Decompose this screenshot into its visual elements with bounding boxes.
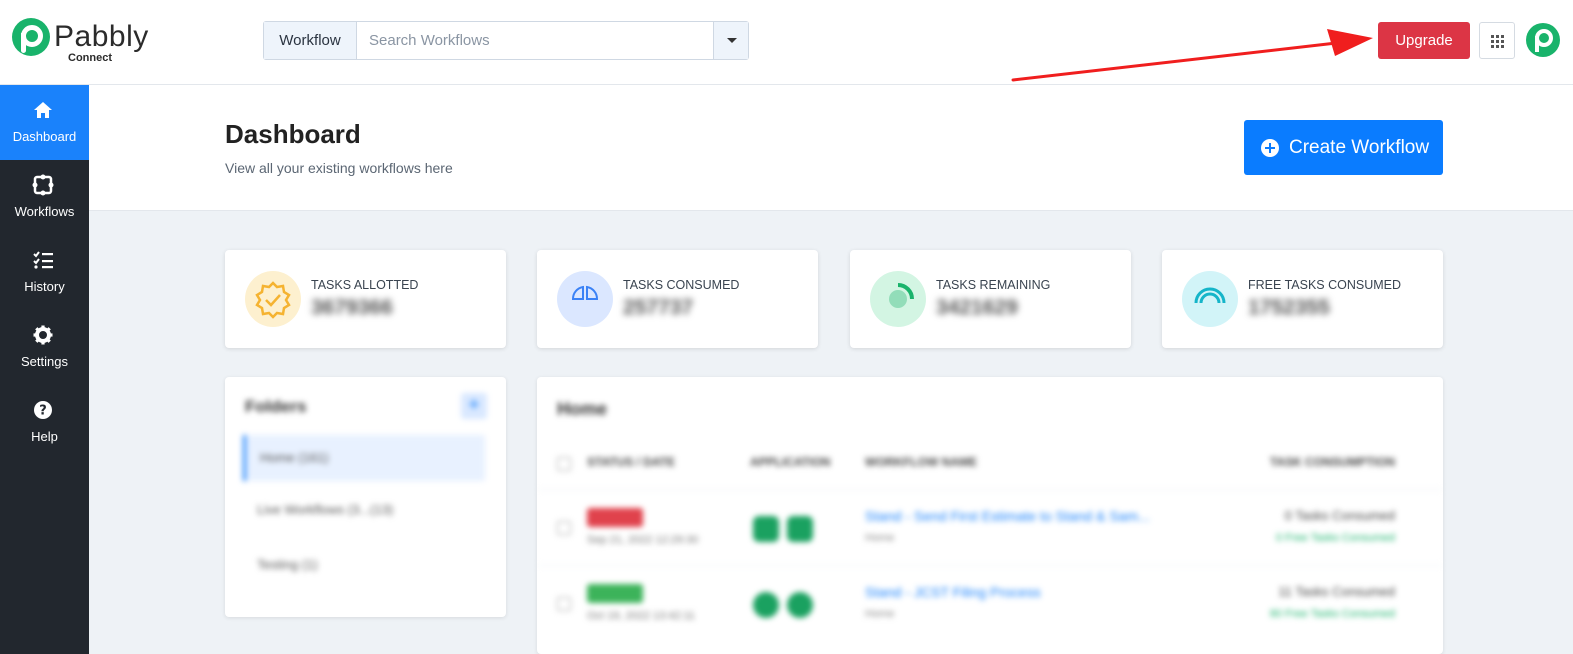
row-date: Oct 19, 2022 13:42:11: [587, 610, 696, 622]
search-dropdown-toggle[interactable]: [713, 22, 748, 59]
workflow-folder: Home: [865, 532, 895, 544]
add-folder-button[interactable]: +: [461, 393, 487, 419]
user-avatar[interactable]: [1526, 23, 1560, 57]
column-header-application: APPLICATION: [750, 455, 831, 469]
folder-item[interactable]: Testing (1): [243, 542, 485, 588]
stat-card-tasks-allotted: TASKS ALLOTTED 3679366: [225, 250, 506, 348]
stat-label: TASKS ALLOTTED: [311, 278, 419, 292]
free-tasks-consumed: 80 Free Tasks Consumed: [1269, 608, 1395, 620]
stat-value: 1752355: [1248, 296, 1330, 319]
folders-panel: Folders + Home (161) Live Workflows (3..…: [225, 377, 506, 617]
sidebar-item-label: Help: [31, 429, 58, 444]
home-icon: [34, 102, 52, 118]
pabbly-logo-icon: [12, 18, 50, 56]
stat-value: 3679366: [311, 296, 393, 319]
sidebar-item-help[interactable]: ? Help: [0, 385, 89, 460]
badge-check-icon: [245, 271, 301, 327]
table-row[interactable]: Sep 21, 2022 12:29:30 Stand - Send First…: [537, 489, 1443, 565]
upgrade-button[interactable]: Upgrade: [1378, 22, 1470, 59]
stat-value: 257737: [623, 296, 694, 319]
folders-title: Folders: [245, 397, 307, 416]
plus-circle-icon: [1261, 139, 1279, 157]
sidebar-item-label: History: [24, 279, 65, 294]
tasks-consumed: 11 Tasks Consumed: [1278, 584, 1395, 599]
row-checkbox[interactable]: [557, 521, 571, 535]
annotation-arrow: [1011, 29, 1373, 82]
page-header: Dashboard View all your existing workflo…: [89, 85, 1573, 211]
search-scope-label: Workflow: [264, 22, 357, 59]
sidebar-item-label: Workflows: [14, 204, 75, 219]
question-icon: ?: [34, 401, 52, 419]
sidebar-item-dashboard[interactable]: Dashboard: [0, 85, 89, 160]
stat-card-free-tasks-consumed: FREE TASKS CONSUMED 1752355: [1162, 250, 1443, 348]
sidebar-item-workflows[interactable]: Workflows: [0, 160, 89, 235]
app-icon: [787, 516, 813, 542]
sidebar-item-settings[interactable]: Settings: [0, 310, 89, 385]
status-badge: [587, 584, 643, 603]
progress-ring-icon: [870, 271, 926, 327]
page-title: Dashboard: [225, 119, 361, 149]
brand-sub: Connect: [68, 52, 112, 64]
row-checkbox[interactable]: [557, 597, 571, 611]
sidebar-item-label: Dashboard: [12, 129, 77, 144]
app-icon: [753, 516, 779, 542]
apps-menu-button[interactable]: [1479, 22, 1515, 59]
app-icon: [753, 592, 779, 618]
pie-chart-icon: [557, 271, 613, 327]
folder-item[interactable]: Live Workflows (3...(13): [243, 487, 485, 533]
column-header-task-consumption: TASK CONSUMPTION: [1269, 455, 1395, 469]
stat-card-tasks-consumed: TASKS CONSUMED 257737: [537, 250, 818, 348]
workflows-folder-title: Home: [557, 399, 608, 419]
sidebar: Dashboard Workflows History Settings ? H…: [0, 85, 89, 654]
folder-item[interactable]: Home (161): [243, 435, 485, 481]
column-header-workflow-name: WORKFLOW NAME: [865, 455, 977, 469]
gear-icon: [33, 325, 53, 345]
stat-label: TASKS REMAINING: [936, 278, 1051, 292]
brand-name: Pabbly: [54, 20, 149, 53]
workflow-name-link[interactable]: Stand - Send First Estimate to Stand & S…: [865, 508, 1150, 524]
gauge-icon: [1182, 271, 1238, 327]
sidebar-item-history[interactable]: History: [0, 235, 89, 310]
workflow-folder: Home: [865, 608, 895, 620]
pabbly-logo[interactable]: Pabbly Connect: [12, 16, 162, 66]
stat-card-tasks-remaining: TASKS REMAINING 3421629: [850, 250, 1131, 348]
checklist-icon: [33, 251, 53, 269]
free-tasks-consumed: 0 Free Tasks Consumed: [1275, 532, 1395, 544]
tasks-consumed: 0 Tasks Consumed: [1284, 508, 1395, 523]
select-all-checkbox[interactable]: [557, 457, 571, 471]
page-subtitle: View all your existing workflows here: [225, 160, 453, 176]
sidebar-item-label: Settings: [21, 354, 68, 369]
workflows-panel: Home STATUS / DATE APPLICATION WORKFLOW …: [537, 377, 1443, 654]
search-input[interactable]: [358, 22, 714, 59]
workflow-search: Workflow: [263, 21, 749, 60]
svg-text:?: ?: [39, 404, 47, 419]
workflow-name-link[interactable]: Stand - JCST Filing Process: [865, 584, 1041, 600]
stat-label: FREE TASKS CONSUMED: [1248, 278, 1402, 292]
app-icon: [787, 592, 813, 618]
row-date: Sep 21, 2022 12:29:30: [587, 534, 699, 546]
status-badge: [587, 508, 643, 527]
create-workflow-button[interactable]: Create Workflow: [1244, 120, 1443, 175]
stat-label: TASKS CONSUMED: [623, 278, 740, 292]
stat-value: 3421629: [936, 296, 1018, 319]
column-header-status: STATUS / DATE: [587, 455, 675, 469]
puzzle-icon: [32, 174, 54, 196]
create-workflow-label: Create Workflow: [1289, 137, 1430, 158]
table-row[interactable]: Oct 19, 2022 13:42:11 Stand - JCST Filin…: [537, 565, 1443, 641]
grid-icon: [1491, 35, 1504, 48]
